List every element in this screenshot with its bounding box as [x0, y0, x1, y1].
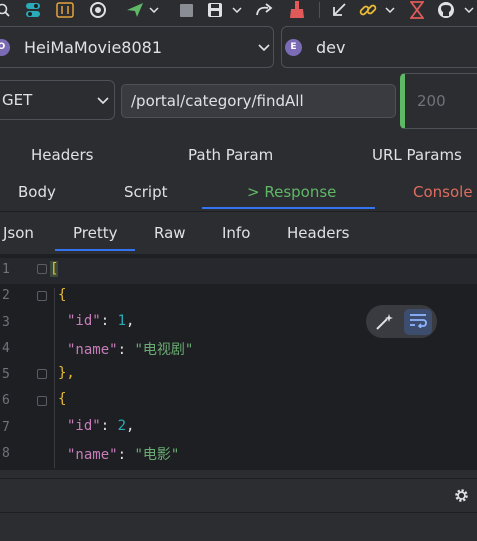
response-editor[interactable]: 1 2 3 4 5 6 7 8 [ { "id": 1, "name": "电视…	[0, 254, 477, 470]
fold-marker[interactable]	[37, 264, 47, 274]
toolbar	[0, 0, 477, 20]
fold-marker[interactable]	[37, 291, 47, 301]
toggle-icon[interactable]	[24, 0, 42, 20]
settings-sliders-icon[interactable]	[56, 0, 74, 20]
chevron-down-icon[interactable]	[231, 0, 243, 20]
tab-body[interactable]: Body	[18, 183, 56, 201]
search-icon[interactable]	[0, 0, 10, 20]
github-icon[interactable]	[436, 0, 456, 20]
chevron-down-icon[interactable]	[384, 0, 396, 20]
tab-headers[interactable]: Headers	[31, 146, 93, 164]
bottom-toolbar	[0, 478, 477, 512]
chevron-down-icon[interactable]	[463, 0, 475, 20]
tab-script[interactable]: Script	[124, 183, 168, 201]
tab-url-params[interactable]: URL Params	[372, 146, 462, 164]
json-brace: {	[58, 391, 67, 407]
stop-icon[interactable]	[179, 0, 193, 20]
json-string: "电视剧"	[134, 342, 194, 358]
redo-icon[interactable]	[254, 0, 274, 20]
line-number: 8	[2, 446, 10, 461]
line-number: 6	[2, 393, 10, 408]
run-icon[interactable]	[125, 0, 145, 20]
indent-guide	[54, 288, 55, 468]
json-string: "电影"	[134, 447, 180, 463]
record-icon[interactable]	[89, 0, 107, 20]
divider	[318, 0, 320, 20]
method-select[interactable]: GET	[0, 80, 115, 120]
gear-icon[interactable]	[453, 487, 470, 508]
clean-icon[interactable]	[287, 0, 307, 20]
pretty-tab-indicator	[55, 249, 135, 251]
save-icon[interactable]	[206, 0, 224, 20]
json-property: "id": 2,	[67, 418, 134, 434]
tab-console[interactable]: Console	[413, 183, 473, 201]
json-comma: ,	[126, 313, 135, 329]
json-brace: {	[58, 287, 67, 303]
url-value: /portal/category/findAll	[131, 92, 304, 110]
line-number: 2	[2, 288, 10, 303]
status-code-field[interactable]: 200	[400, 73, 477, 129]
json-key: "id"	[67, 313, 101, 329]
json-colon: :	[117, 342, 135, 358]
line-number: 4	[2, 341, 10, 356]
import-icon[interactable]	[329, 0, 349, 20]
project-name: HeiMaMovie8081	[24, 37, 162, 57]
environment-selector[interactable]: E dev	[281, 26, 477, 68]
hourglass-icon[interactable]	[408, 0, 426, 20]
chevron-down-icon[interactable]	[148, 0, 160, 20]
response-tab-indicator	[202, 207, 375, 209]
line-number: 1	[2, 262, 10, 277]
tab-response-headers[interactable]: Headers	[287, 224, 349, 242]
json-property: "name": "电影"	[67, 444, 179, 464]
json-colon: :	[100, 313, 118, 329]
divider	[0, 211, 477, 212]
url-input[interactable]: /portal/category/findAll	[121, 84, 396, 118]
tab-info[interactable]: Info	[222, 224, 250, 242]
env-name: dev	[316, 37, 346, 57]
project-selector[interactable]: O HeiMaMovie8081	[0, 26, 274, 68]
tab-json[interactable]: Json	[3, 224, 34, 242]
json-key: "name"	[67, 342, 118, 358]
fold-marker[interactable]	[37, 369, 47, 379]
soft-wrap-icon	[409, 312, 427, 332]
json-key: "id"	[67, 418, 101, 434]
soft-wrap-button[interactable]	[404, 309, 432, 335]
tab-response[interactable]: > Response	[247, 183, 336, 201]
json-colon: :	[100, 418, 118, 434]
tab-pretty[interactable]: Pretty	[73, 224, 118, 242]
status-placeholder: 200	[417, 92, 446, 110]
json-property: "id": 1,	[67, 313, 134, 329]
line-number: 3	[2, 315, 10, 330]
project-badge: O	[0, 38, 10, 56]
chevron-down-icon	[97, 92, 109, 108]
env-badge: E	[285, 38, 302, 56]
tab-path-param[interactable]: Path Param	[188, 146, 273, 164]
json-number: 1	[117, 313, 127, 329]
method-value: GET	[2, 91, 33, 109]
status-bar	[0, 512, 477, 541]
json-number: 2	[117, 418, 127, 434]
link-icon[interactable]	[358, 0, 378, 20]
json-property: "name": "电视剧"	[67, 339, 193, 359]
fold-marker[interactable]	[37, 396, 47, 406]
current-line-highlight	[0, 258, 477, 284]
magic-wand-icon[interactable]	[375, 313, 393, 335]
json-colon: :	[117, 447, 135, 463]
chevron-down-icon	[258, 40, 270, 54]
json-key: "name"	[67, 447, 118, 463]
line-number: 5	[2, 367, 10, 382]
json-bracket: [	[50, 261, 59, 277]
line-number: 7	[2, 420, 10, 435]
tab-raw[interactable]: Raw	[154, 224, 186, 242]
json-brace: },	[58, 365, 75, 381]
json-comma: ,	[126, 418, 135, 434]
